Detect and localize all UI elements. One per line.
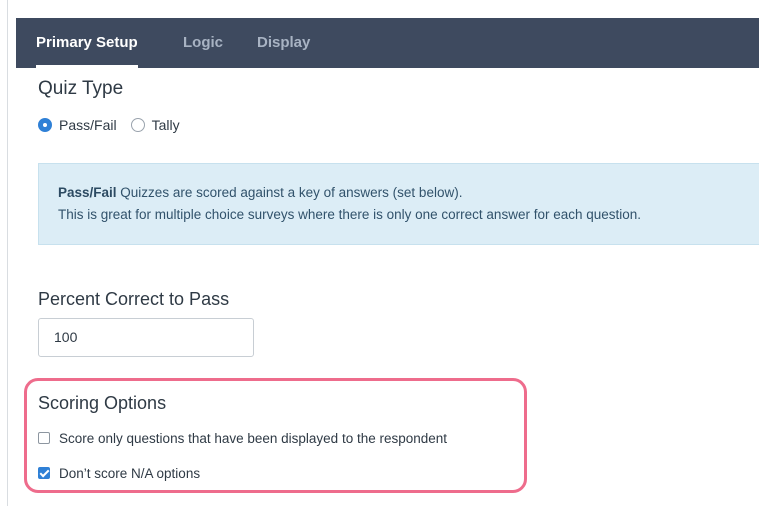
percent-correct-heading: Percent Correct to Pass [38,289,230,309]
tab-logic-label: Logic [183,34,223,51]
quiz-type-radio-group: Pass/Fail Tally [38,116,194,134]
dont-score-na-row[interactable]: Don’t score N/A options [38,464,200,482]
info-line-1-text: Quizzes are scored against a key of answ… [116,185,463,200]
percent-correct-input[interactable]: 100 [38,318,254,357]
settings-tab-bar: Primary Setup Logic Display [16,18,759,68]
tab-display[interactable]: Display [257,18,310,68]
scoring-options-heading: Scoring Options [38,393,167,413]
tab-display-label: Display [257,34,311,51]
tab-primary-setup[interactable]: Primary Setup [36,18,138,68]
quiz-type-heading: Quiz Type [38,78,124,99]
pass-fail-info-box: Pass/Fail Quizzes are scored against a k… [38,163,759,245]
radio-pass-fail-label[interactable]: Pass/Fail [59,117,117,133]
dont-score-na-checkbox[interactable] [38,467,50,479]
score-displayed-only-row[interactable]: Score only questions that have been disp… [38,429,447,447]
score-displayed-only-checkbox[interactable] [38,432,50,444]
info-line-2: This is great for multiple choice survey… [58,207,642,222]
radio-pass-fail[interactable] [38,118,52,132]
radio-tally[interactable] [130,118,145,132]
tab-logic[interactable]: Logic [183,18,223,68]
dont-score-na-label[interactable]: Don’t score N/A options [59,466,200,481]
active-tab-indicator [36,65,138,68]
quiz-settings-panel: Primary Setup Logic Display Quiz Type Pa… [0,0,759,506]
info-line-1: Pass/Fail Quizzes are scored against a k… [58,185,462,200]
tab-primary-setup-label: Primary Setup [36,34,138,51]
score-displayed-only-label[interactable]: Score only questions that have been disp… [59,431,447,446]
info-bold-term: Pass/Fail [58,185,117,200]
radio-tally-label[interactable]: Tally [152,117,180,133]
panel-left-border [7,0,8,506]
